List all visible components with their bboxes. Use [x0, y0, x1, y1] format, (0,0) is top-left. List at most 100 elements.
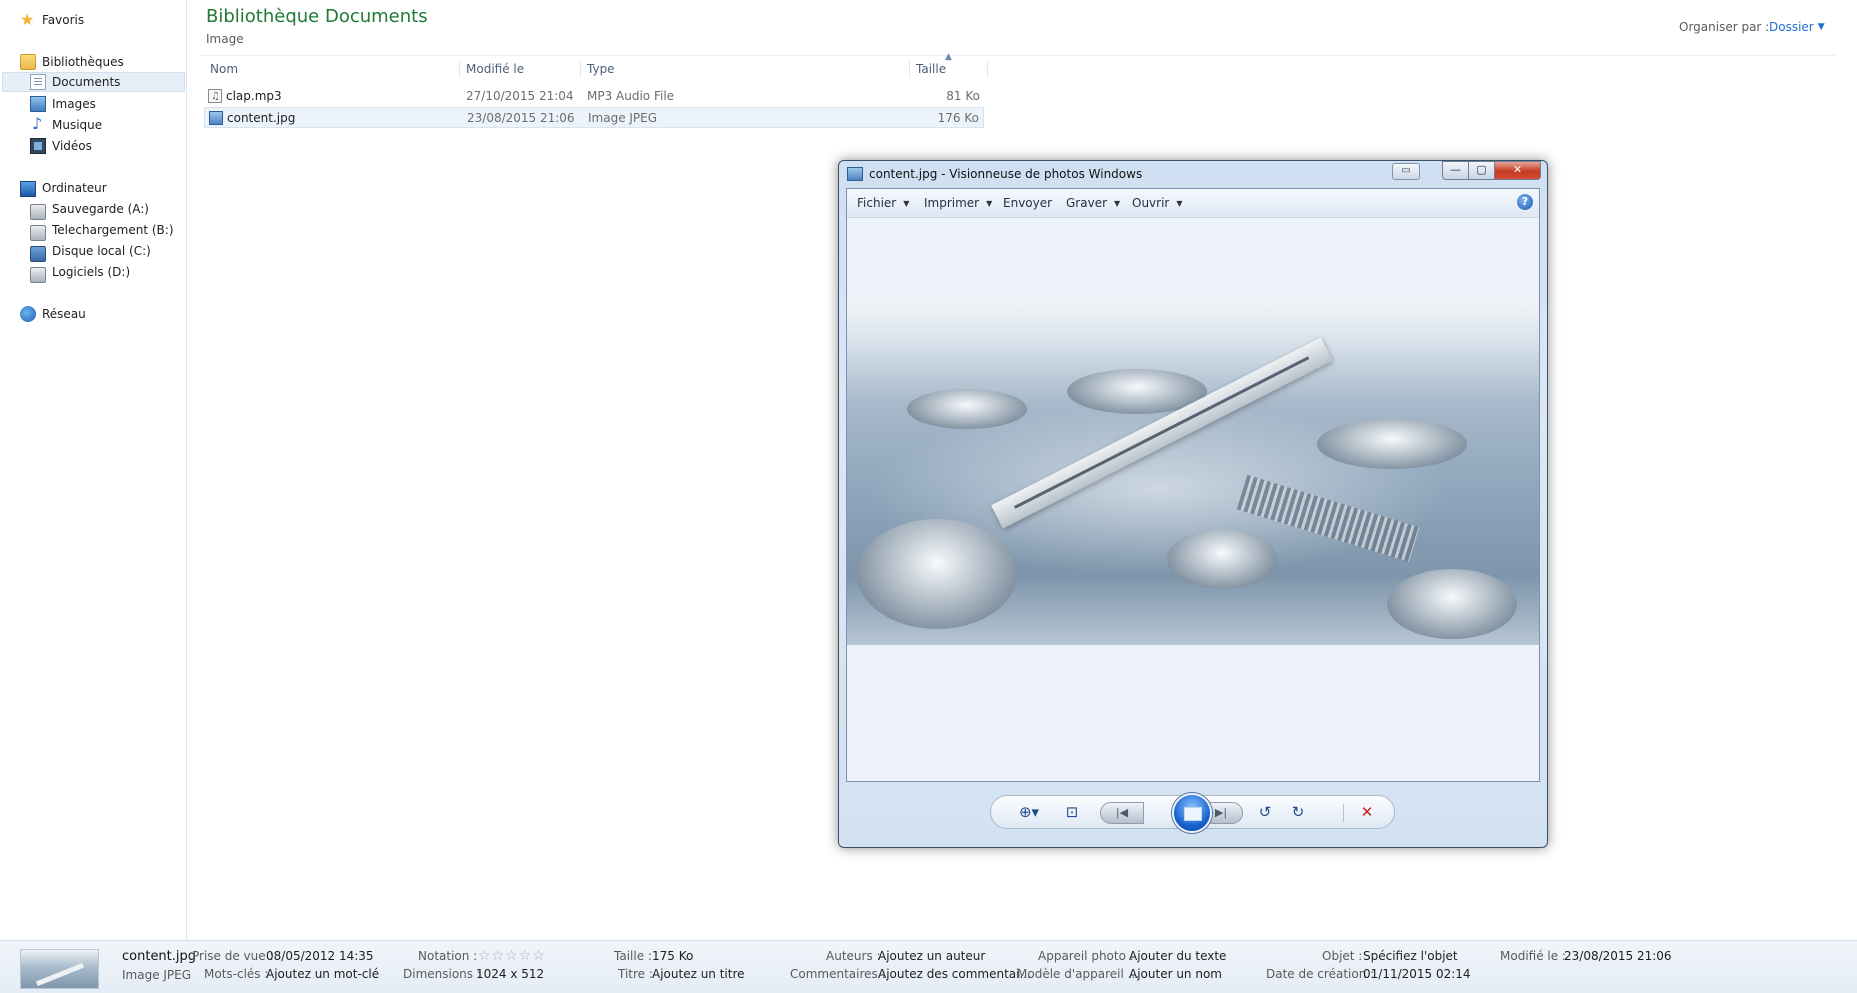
sidebar-item-label: Bibliothèques: [42, 55, 124, 69]
divider: [200, 55, 1835, 56]
maximize-button[interactable]: ▢: [1469, 161, 1495, 180]
file-type: Image JPEG: [588, 111, 658, 125]
drive-icon: [30, 224, 46, 241]
close-button[interactable]: ✕: [1495, 161, 1541, 180]
viewer-menu-bar: Fichier ▼ Imprimer ▼ Envoyer Graver ▼ Ouvri…: [847, 189, 1539, 218]
sidebar-item-label: Telechargement (B:): [52, 223, 174, 237]
menu-label: Ouvrir: [1132, 196, 1170, 210]
rotate-left-icon[interactable]: ↺: [1255, 803, 1275, 821]
column-header-type[interactable]: Type: [581, 60, 910, 78]
authors-field[interactable]: Ajoutez un auteur: [878, 949, 985, 963]
sidebar-item-label: Favoris: [42, 13, 85, 27]
photo-viewer-icon: [847, 167, 863, 181]
sidebar-item-label: Sauvegarde (A:): [52, 202, 149, 216]
organize-dropdown[interactable]: Dossier ▼: [1769, 20, 1825, 34]
sidebar-item-favorites[interactable]: Favoris: [20, 10, 84, 30]
column-header-size[interactable]: Taille: [910, 60, 988, 78]
rating-stars[interactable]: ☆☆☆☆☆: [478, 948, 546, 964]
slideshow-icon[interactable]: [1172, 793, 1212, 833]
sidebar-item-label: Réseau: [42, 307, 86, 321]
sidebar-item-network[interactable]: Réseau: [20, 304, 86, 324]
camera-model-field[interactable]: Ajouter un nom: [1129, 967, 1222, 981]
chevron-down-icon: ▼: [1176, 198, 1183, 208]
file-size: 176 Ko: [937, 111, 979, 125]
file-size: 81 Ko: [946, 89, 980, 103]
camera-label: Appareil photo :: [1038, 949, 1134, 963]
chevron-down-icon: ▼: [1817, 22, 1825, 32]
keywords-field[interactable]: Ajoutez un mot-clé: [266, 967, 379, 981]
drive-icon: [30, 203, 46, 220]
column-header-name[interactable]: Nom: [204, 60, 460, 78]
sidebar-item-label: Images: [52, 97, 96, 111]
window-title: content.jpg - Visionneuse de photos Wind…: [869, 167, 1143, 181]
displayed-photo: [847, 299, 1539, 645]
menu-open[interactable]: Ouvrir ▼: [1132, 196, 1183, 210]
file-type: MP3 Audio File: [587, 89, 675, 103]
dimensions-value: 1024 x 512: [476, 967, 545, 981]
photo-island: [1167, 529, 1277, 589]
camera-field[interactable]: Ajouter du texte: [1129, 949, 1226, 963]
computer-icon: [20, 181, 36, 197]
sidebar-item-documents[interactable]: Documents: [2, 72, 185, 92]
menu-label: Imprimer: [924, 196, 980, 210]
subject-field[interactable]: Spécifiez l'objet: [1363, 949, 1458, 963]
sidebar-item-drive-c[interactable]: Disque local (C:): [30, 241, 151, 262]
photo-island: [1317, 419, 1467, 469]
sidebar-item-drive-b[interactable]: Telechargement (B:): [30, 220, 174, 241]
authors-label: Auteurs :: [826, 949, 881, 963]
sidebar-item-drive-a[interactable]: Sauvegarde (A:): [30, 199, 149, 220]
delete-icon[interactable]: ✕: [1357, 803, 1377, 821]
title-field[interactable]: Ajoutez un titre: [652, 967, 745, 981]
sidebar-item-libraries[interactable]: Bibliothèques: [20, 52, 124, 72]
actual-size-icon[interactable]: ⊡: [1061, 803, 1083, 821]
menu-label: Envoyer: [1003, 196, 1053, 210]
camera-model-label: Modèle d'appareil ...: [1017, 967, 1140, 981]
date-taken-value[interactable]: 08/05/2012 14:35: [266, 949, 374, 963]
help-icon[interactable]: ?: [1517, 194, 1533, 210]
zoom-icon[interactable]: ⊕▾: [1015, 803, 1043, 821]
library-title: Bibliothèque Documents: [206, 6, 428, 27]
photo-viewer-window: content.jpg - Visionneuse de photos Wind…: [838, 160, 1548, 848]
menu-send[interactable]: Envoyer: [1003, 196, 1052, 210]
menu-burn[interactable]: Graver ▼: [1066, 196, 1120, 210]
column-header-modified[interactable]: Modifié le: [460, 60, 581, 78]
sidebar-item-videos[interactable]: Vidéos: [30, 136, 92, 156]
sidebar-item-drive-d[interactable]: Logiciels (D:): [30, 262, 130, 283]
file-row-selected[interactable]: content.jpg 23/08/2015 21:06 Image JPEG …: [204, 107, 984, 128]
organize-value: Dossier: [1769, 20, 1814, 34]
library-subtitle: Image: [206, 32, 244, 46]
sort-ascending-icon: ▲: [945, 52, 952, 62]
audio-file-icon: [208, 87, 222, 107]
file-thumbnail: [20, 949, 99, 989]
viewer-toolbar: ⊕▾ ⊡ |◀ ▶| ↺ ↻ ✕: [990, 793, 1395, 833]
date-taken-label: Prise de vue :: [192, 949, 274, 963]
previous-icon[interactable]: |◀: [1100, 802, 1144, 824]
menu-print[interactable]: Imprimer ▼: [924, 196, 992, 210]
viewer-content: Fichier ▼ Imprimer ▼ Envoyer Graver ▼ Ouvri…: [846, 188, 1540, 782]
rotate-right-icon[interactable]: ↻: [1288, 803, 1308, 821]
comments-field[interactable]: Ajoutez des commentai...: [878, 967, 1031, 981]
created-label: Date de création :: [1266, 967, 1375, 981]
sidebar-item-music[interactable]: Musique: [30, 114, 103, 135]
modified-value: 23/08/2015 21:06: [1564, 949, 1672, 963]
file-modified: 23/08/2015 21:06: [467, 111, 575, 125]
caption-buttons: — ▢ ✕: [1442, 161, 1541, 180]
sidebar-item-label: Musique: [52, 118, 103, 132]
system-drive-icon: [30, 245, 46, 262]
sidebar-item-images[interactable]: Images: [30, 94, 96, 114]
title-label: Titre :: [618, 967, 653, 981]
library-icon: [20, 54, 36, 70]
menu-file[interactable]: Fichier ▼: [857, 196, 909, 210]
rating-label: Notation :: [418, 949, 478, 963]
navigation-pane: Favoris Bibliothèques Documents Images M…: [0, 0, 187, 940]
chevron-down-icon: ▼: [986, 198, 993, 208]
pictures-icon: [30, 96, 46, 112]
dimensions-label: Dimensions :: [403, 967, 481, 981]
file-name: clap.mp3: [226, 89, 282, 103]
size-label: Taille :: [614, 949, 652, 963]
minimize-button[interactable]: —: [1442, 161, 1469, 180]
window-extra-button[interactable]: ▭: [1392, 163, 1420, 180]
file-row[interactable]: clap.mp3 27/10/2015 21:04 MP3 Audio File…: [204, 86, 984, 107]
star-icon: [20, 10, 36, 29]
sidebar-item-computer[interactable]: Ordinateur: [20, 178, 107, 198]
